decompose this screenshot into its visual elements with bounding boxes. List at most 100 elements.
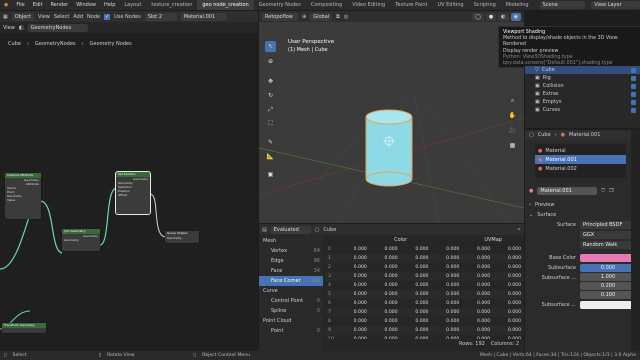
table-cell: 0.000 [384,274,398,279]
tab-texture-paint[interactable]: Texture Paint [390,0,432,10]
domain-count: 192 [310,278,320,284]
spreadsheet[interactable]: ▤ Evaluated ▢ Cube ⏷ Mesh Vertex 64 Edge 96 F… [259,224,524,351]
surface-row: Surface Principled BSDF [525,220,640,230]
shading-rendered-icon[interactable]: ◉ [510,12,521,21]
table-cell: 0.000 [415,283,429,288]
view-layer-selector[interactable]: View Layer [591,1,640,9]
table-cell: 0.000 [476,247,491,252]
menu-file[interactable]: File [12,2,28,8]
pan-hand-icon[interactable]: ✋ [507,110,518,121]
domain-count: 64 [313,248,320,254]
3d-viewport[interactable]: Retopoflow ⊕ Global ⧉ ◎ ◯ ● ◐ ◉ User Per… [259,11,524,223]
shading-wireframe-icon[interactable]: ◯ [472,12,484,21]
domain-item[interactable]: Control Point 0 [259,296,323,306]
copy-icon[interactable]: ❐ [609,188,613,194]
tab-layout[interactable]: Layout [119,0,146,10]
node-group-output[interactable]: Group Output Geometry [165,231,199,243]
mouse-right-icon: ▯ [193,353,196,358]
menu-help[interactable]: Help [100,2,119,8]
domain-label: Edge [271,258,284,264]
outliner-item[interactable]: ▣ Collision [525,82,640,90]
outliner[interactable]: ▽ Cube ▣ Rig ▣ Collision ▣ Extras ▣ Emptys ▣ Curves [525,66,640,128]
scene-selector[interactable]: Scene [539,1,586,9]
material-slot[interactable]: ● Material.002 [535,164,626,173]
outliner-item[interactable]: ▽ Cube [525,66,640,74]
surface-section[interactable]: ⌄ Surface [525,210,640,220]
subsurface-value[interactable]: 0.000 [580,264,636,272]
preview-section[interactable]: › Preview [525,200,640,210]
tab-compositing[interactable]: Compositing [306,0,347,10]
domain-item[interactable]: Point 0 [259,326,323,336]
table-cell: 0.000 [446,256,460,261]
domain-item[interactable]: Vertex 64 [259,246,323,256]
mouse-middle-icon: ▯ [98,353,102,358]
tab-modeling[interactable]: Modeling [501,0,534,10]
shading-material-icon[interactable]: ◐ [498,12,509,21]
shield-icon[interactable]: ⛉ [601,188,605,194]
tab-scripting[interactable]: Scripting [469,0,501,10]
table-cell: 0.000 [353,310,367,315]
subsurface-radius-r[interactable]: 1.000 [580,273,636,281]
material-slot[interactable]: ● Material [535,146,626,155]
checkbox-icon[interactable] [631,83,636,89]
material-slot[interactable]: ● Material.001 [535,155,626,164]
spreadsheet-editor-icon[interactable]: ▤ [262,227,267,233]
subsurface-radius-b[interactable]: 0.100 [580,291,636,299]
domain-item[interactable]: Spline 0 [259,306,323,316]
checkbox-icon[interactable] [631,75,636,81]
node-capture-attribute[interactable]: Capture Attribute Geometry Attribute Vec… [5,173,41,219]
table-cell: 0.000 [507,283,521,288]
properties-editor[interactable]: ▢ Cube › ● Material.001 ● Material ● Materi… [525,130,640,351]
checkbox-icon[interactable] [631,91,636,97]
checkbox-icon[interactable] [631,99,636,105]
table-cell: 0.000 [446,310,460,315]
node-join-geometry[interactable]: Join Geometry Geometry Geometry [62,229,100,251]
zoom-icon[interactable]: ⌕ [507,95,518,106]
proportional-icon[interactable]: ◎ [344,14,348,20]
domain-item[interactable]: Edge 96 [259,256,323,266]
shading-solid-icon[interactable]: ● [485,12,497,21]
tab-geometry-nodes[interactable]: Geometry Nodes [254,0,306,10]
surface-shader-field[interactable]: Principled BSDF [580,221,636,229]
orientation-selector[interactable]: Global [310,12,333,21]
subsurface-method-select[interactable]: Random Walk [580,241,636,249]
outliner-item[interactable]: ▣ Rig [525,74,640,82]
node-transform-geometry[interactable]: Transform Geometry [2,323,46,333]
table-row: 9 0.000 0.000 0.000 0.000 0.000 0.000 [325,326,524,335]
evaluation-mode-selector[interactable]: Evaluated [270,225,311,234]
base-color-swatch[interactable] [580,254,636,262]
tool-selector[interactable]: Retopoflow [262,12,298,21]
domain-item[interactable]: Point Cloud [259,316,323,326]
checkbox-icon[interactable] [631,107,636,113]
node-set-position[interactable]: Set Position Geometry Geometry Selection… [115,171,151,215]
material-name-field[interactable]: Material.001 [537,187,598,195]
filter-icon[interactable]: ⏷ [517,227,521,233]
outliner-item[interactable]: ▣ Extras [525,90,640,98]
domain-item[interactable]: Face Corner 192 [259,276,323,286]
node-editor[interactable]: ▦ Object View Select Add Node ✓ Use Node… [0,11,258,351]
tab-uv-editing[interactable]: UV Editing [432,0,468,10]
table-cell: 0.000 [507,256,521,261]
column-header-uvmap[interactable]: UVMap [462,235,524,245]
grid-icon[interactable]: ▦ [507,140,518,151]
column-header-color[interactable]: Color [339,235,462,245]
tab-geo-node-creation[interactable]: geo node_creation [197,0,254,10]
subsurface-color-swatch[interactable] [580,301,636,309]
subsurface-radius-g[interactable]: 0.200 [580,282,636,290]
tab-video-editing[interactable]: Video Editing [347,0,390,10]
menu-render[interactable]: Render [46,2,72,8]
domain-item[interactable]: Face 34 [259,266,323,276]
camera-icon[interactable]: 🎥 [507,125,518,136]
domain-item[interactable]: Curve [259,286,323,296]
snap-icon[interactable]: ⧉ [336,14,340,20]
distribution-select[interactable]: GGX [580,231,636,239]
menu-edit[interactable]: Edit [29,2,47,8]
checkbox-icon[interactable] [631,67,636,73]
outliner-item[interactable]: ▣ Curves [525,106,640,114]
menu-window[interactable]: Window [72,2,100,8]
table-cell: 0.000 [415,319,429,324]
outliner-item[interactable]: ▣ Emptys [525,98,640,106]
domain-item[interactable]: Mesh [259,236,323,246]
blender-logo-icon[interactable]: ◉ [0,2,12,8]
tab-texture-creation[interactable]: texture_creation [146,0,197,10]
